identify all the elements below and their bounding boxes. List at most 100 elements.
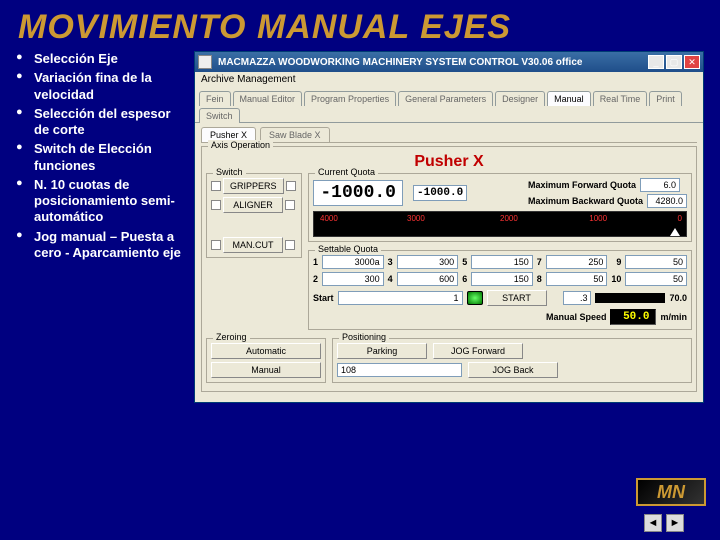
traffic-light-icon <box>467 291 483 305</box>
jog-back-button[interactable]: JOG Back <box>468 362 558 378</box>
start-button[interactable]: START <box>487 290 547 306</box>
quota-number: 7 <box>537 257 542 267</box>
brand-logo: MN <box>636 478 706 506</box>
axis-subtabs: Pusher X Saw Blade X <box>201 127 697 143</box>
quota-grid: 1 3 5 7 9 2 4 6 8 10 <box>313 255 687 286</box>
quota-input-3[interactable] <box>397 255 459 269</box>
ruler-marker-icon <box>670 228 680 236</box>
man-cut-button[interactable]: MAN.CUT <box>223 237 283 253</box>
app-window: MACMAZZA WOODWORKING MACHINERY SYSTEM CO… <box>194 51 704 403</box>
current-quota-group: Current Quota -1000.0 -1000.0 Maximum Fo… <box>308 173 692 242</box>
start-value-input[interactable] <box>338 291 463 305</box>
position-input[interactable] <box>337 363 462 377</box>
switch-legend: Switch <box>213 167 246 177</box>
current-quota-display: -1000.0 <box>313 180 403 206</box>
speed-unit: m/min <box>660 312 687 322</box>
stretch-bar <box>595 293 665 303</box>
quota-input-9[interactable] <box>625 255 687 269</box>
tab-designer[interactable]: Designer <box>495 91 545 106</box>
titlebar: MACMAZZA WOODWORKING MACHINERY SYSTEM CO… <box>195 52 703 72</box>
close-button[interactable]: ✕ <box>684 55 700 69</box>
ruler-tick-label: 2000 <box>500 214 518 223</box>
max-bwd-value: 4280.0 <box>647 194 687 208</box>
tab-switch[interactable]: Switch <box>199 108 240 123</box>
next-slide-button[interactable]: ► <box>666 514 684 532</box>
quota-number: 4 <box>388 274 393 284</box>
stretch-total: 70.0 <box>669 293 687 303</box>
quota-input-8[interactable] <box>546 272 608 286</box>
bullet-item: N. 10 cuotas de posicionamiento semi-aut… <box>16 177 186 226</box>
tab-manual[interactable]: Manual <box>547 91 591 106</box>
tab-general-params[interactable]: General Parameters <box>398 91 493 106</box>
tab-print[interactable]: Print <box>649 91 682 106</box>
stretch-value: .3 <box>563 291 591 305</box>
quota-input-6[interactable] <box>471 272 533 286</box>
main-tabs: Fein Manual Editor Program Properties Ge… <box>195 87 703 123</box>
tab-real-time[interactable]: Real Time <box>593 91 648 106</box>
bullet-item: Selección del espesor de corte <box>16 106 186 139</box>
speed-display: 50.0 <box>610 309 656 325</box>
quota-number: 2 <box>313 274 318 284</box>
bullet-item: Variación fina de la velocidad <box>16 70 186 103</box>
position-ruler: 4000 3000 2000 1000 0 <box>313 211 687 237</box>
zeroing-legend: Zeroing <box>213 332 250 342</box>
axis-name-label: Pusher X <box>206 151 692 173</box>
axis-op-legend: Axis Operation <box>208 140 273 150</box>
tab-fein[interactable]: Fein <box>199 91 231 106</box>
quota-number: 5 <box>462 257 467 267</box>
ruler-tick-label: 1000 <box>589 214 607 223</box>
ruler-tick-label: 0 <box>678 214 682 223</box>
maximize-button[interactable]: ▢ <box>666 55 682 69</box>
quota-input-4[interactable] <box>397 272 459 286</box>
aligner-button[interactable]: ALIGNER <box>223 197 283 213</box>
positioning-group: Positioning Parking JOG Forward JOG Back <box>332 338 692 383</box>
quota-input-1[interactable] <box>322 255 384 269</box>
parking-button[interactable]: Parking <box>337 343 427 359</box>
max-bwd-label: Maximum Backward Quota <box>528 196 643 206</box>
axis-operation-group: Axis Operation Pusher X Switch GRIPPERS … <box>201 146 697 392</box>
checkbox-icon[interactable] <box>211 200 221 210</box>
bullet-list: Selección Eje Variación fina de la veloc… <box>16 51 186 403</box>
bullet-item: Jog manual – Puesta a cero - Aparcamient… <box>16 229 186 262</box>
ruler-tick-label: 3000 <box>407 214 425 223</box>
minimize-button[interactable]: _ <box>648 55 664 69</box>
tab-program-props[interactable]: Program Properties <box>304 91 396 106</box>
checkbox-icon[interactable] <box>285 200 295 210</box>
prev-slide-button[interactable]: ◄ <box>644 514 662 532</box>
positioning-legend: Positioning <box>339 332 389 342</box>
slide-title: MOVIMIENTO MANUAL EJES <box>0 0 720 51</box>
window-title: MACMAZZA WOODWORKING MACHINERY SYSTEM CO… <box>218 57 648 68</box>
quota-number: 9 <box>611 257 621 267</box>
quota-input-5[interactable] <box>471 255 533 269</box>
checkbox-icon[interactable] <box>286 181 296 191</box>
tab-manual-editor[interactable]: Manual Editor <box>233 91 303 106</box>
quota-input-10[interactable] <box>625 272 687 286</box>
checkbox-icon[interactable] <box>211 240 221 250</box>
quota-number: 1 <box>313 257 318 267</box>
manual-zero-button[interactable]: Manual <box>211 362 321 378</box>
quota-input-7[interactable] <box>546 255 608 269</box>
cur-quota-legend: Current Quota <box>315 167 378 177</box>
quota-number: 8 <box>537 274 542 284</box>
speed-label: Manual Speed <box>546 312 607 322</box>
settable-quota-group: Settable Quota 1 3 5 7 9 2 4 6 8 <box>308 250 692 330</box>
checkbox-icon[interactable] <box>285 240 295 250</box>
content-area: Selección Eje Variación fina de la veloc… <box>0 51 720 403</box>
zeroing-group: Zeroing Automatic Manual <box>206 338 326 383</box>
quota-number: 3 <box>388 257 393 267</box>
quota-number: 10 <box>611 274 621 284</box>
checkbox-icon[interactable] <box>211 181 221 191</box>
jog-forward-button[interactable]: JOG Forward <box>433 343 523 359</box>
max-fwd-value: 6.0 <box>640 178 680 192</box>
grippers-button[interactable]: GRIPPERS <box>223 178 284 194</box>
menubar-item[interactable]: Archive Management <box>195 72 703 87</box>
start-label: Start <box>313 293 334 303</box>
slide-nav: ◄ ► <box>644 514 684 532</box>
auto-zero-button[interactable]: Automatic <box>211 343 321 359</box>
bullet-item: Switch de Elección funciones <box>16 141 186 174</box>
quota-input-2[interactable] <box>322 272 384 286</box>
ruler-tick-label: 4000 <box>320 214 338 223</box>
set-quota-legend: Settable Quota <box>315 244 381 254</box>
app-icon <box>198 55 212 69</box>
quota-number: 6 <box>462 274 467 284</box>
